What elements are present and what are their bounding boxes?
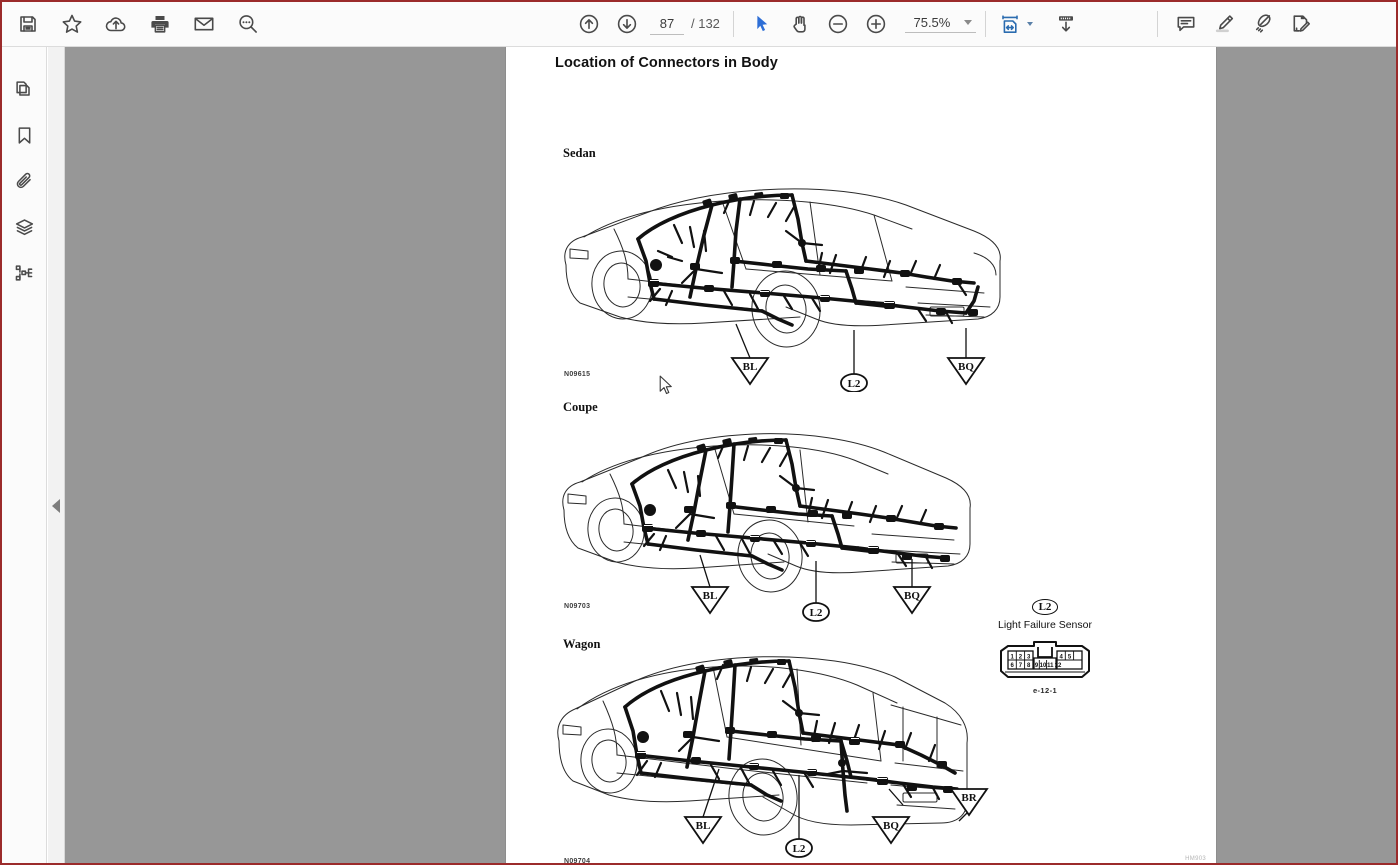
sidebar-item-bookmarks[interactable] bbox=[2, 112, 47, 158]
next-page-button[interactable] bbox=[608, 5, 646, 43]
svg-text:BL: BL bbox=[743, 361, 758, 373]
pen-icon bbox=[1255, 14, 1271, 33]
search-button[interactable] bbox=[229, 5, 267, 43]
draw-button[interactable] bbox=[1243, 5, 1281, 43]
sidebar-item-layers[interactable] bbox=[2, 204, 47, 250]
zoom-level-value: 75.5% bbox=[913, 15, 951, 30]
document-page: Location of Connectors in Body Sedan BL … bbox=[506, 47, 1216, 865]
left-sidebar-rail bbox=[2, 47, 47, 863]
zoom-out-button[interactable] bbox=[819, 5, 857, 43]
fit-page-chevron-down-icon[interactable] bbox=[1026, 22, 1033, 26]
toolbar-annotation-group bbox=[1148, 5, 1319, 43]
svg-text:L2: L2 bbox=[810, 607, 823, 619]
scroll-mode-button[interactable] bbox=[1047, 5, 1085, 43]
svg-text:11: 11 bbox=[1047, 663, 1054, 669]
figure-code-wagon: N09704 bbox=[564, 858, 591, 865]
print-button[interactable] bbox=[141, 5, 179, 43]
toolbar-divider-2 bbox=[984, 11, 986, 37]
layers-icon bbox=[15, 218, 34, 235]
cloud-upload-icon bbox=[105, 17, 126, 32]
toolbar-divider-3 bbox=[1157, 11, 1158, 37]
svg-text:10: 10 bbox=[1040, 663, 1047, 669]
chevron-left-icon bbox=[52, 499, 60, 513]
callouts-coupe: BL BQ L2 bbox=[554, 537, 994, 627]
hand-icon bbox=[793, 15, 806, 33]
previous-page-button[interactable] bbox=[570, 5, 608, 43]
fit-page-icon bbox=[1002, 15, 1018, 33]
highlight-button[interactable] bbox=[1205, 5, 1243, 43]
paperclip-icon bbox=[16, 172, 31, 188]
scroll-mode-icon bbox=[1058, 16, 1073, 32]
star-icon bbox=[62, 14, 82, 33]
printer-icon bbox=[151, 16, 169, 33]
top-toolbar: / 132 bbox=[2, 2, 1396, 47]
page-indicator: / 132 bbox=[650, 13, 720, 35]
document-viewport[interactable]: Location of Connectors in Body Sedan BL … bbox=[65, 47, 1396, 865]
search-icon bbox=[239, 15, 257, 33]
figure-code-coupe: N09703 bbox=[564, 603, 591, 610]
page-title: Location of Connectors in Body bbox=[555, 55, 778, 71]
callouts-sedan: BL BQ L2 bbox=[554, 302, 1024, 392]
svg-text:BQ: BQ bbox=[958, 361, 974, 373]
upload-button[interactable] bbox=[97, 5, 135, 43]
svg-text:L2: L2 bbox=[793, 843, 806, 855]
save-button[interactable] bbox=[9, 5, 47, 43]
comment-icon bbox=[1177, 16, 1195, 32]
plus-circle-icon bbox=[866, 14, 886, 34]
pdf-viewer-window: / 132 bbox=[0, 0, 1398, 865]
arrow-down-circle-icon bbox=[617, 14, 637, 34]
signature-icon bbox=[1293, 15, 1310, 32]
svg-text:BL: BL bbox=[703, 590, 718, 602]
legend-connector-name: Light Failure Sensor bbox=[998, 619, 1092, 632]
toolbar-divider-1 bbox=[732, 11, 734, 37]
zoom-level-control[interactable]: 75.5% bbox=[904, 15, 976, 33]
legend-part-number: e-12-1 bbox=[1032, 686, 1058, 696]
pages-icon bbox=[16, 80, 30, 96]
sidebar-item-thumbnails[interactable] bbox=[2, 66, 47, 112]
fit-page-button[interactable] bbox=[995, 5, 1025, 43]
svg-text:L2: L2 bbox=[848, 378, 861, 390]
arrow-up-circle-icon bbox=[579, 14, 599, 34]
sidebar-collapse-handle[interactable] bbox=[48, 47, 65, 863]
toolbar-file-group bbox=[9, 5, 267, 43]
figure-code-sedan: N09615 bbox=[564, 371, 591, 378]
svg-text:BR: BR bbox=[961, 792, 977, 804]
minus-circle-icon bbox=[828, 14, 848, 34]
tree-icon bbox=[15, 264, 33, 281]
page-footnote: HM903 bbox=[1185, 856, 1206, 862]
sidebar-item-attachments[interactable] bbox=[2, 158, 47, 204]
select-tool-button[interactable] bbox=[743, 5, 781, 43]
comment-button[interactable] bbox=[1167, 5, 1205, 43]
page-total-label: / 132 bbox=[691, 15, 720, 31]
svg-text:12: 12 bbox=[1055, 663, 1062, 669]
cursor-arrow-icon bbox=[757, 15, 768, 32]
toolbar-navigation-group: / 132 bbox=[570, 5, 1085, 43]
callouts-wagon: BL BQ BR L2 bbox=[551, 765, 991, 860]
pan-tool-button[interactable] bbox=[781, 5, 819, 43]
sidebar-item-structure[interactable] bbox=[2, 250, 47, 296]
envelope-icon bbox=[194, 17, 214, 31]
zoom-in-button[interactable] bbox=[857, 5, 895, 43]
legend-connector-code: L2 bbox=[1031, 599, 1059, 616]
svg-text:BQ: BQ bbox=[883, 820, 899, 832]
svg-text:BQ: BQ bbox=[904, 590, 920, 602]
page-number-input[interactable] bbox=[650, 13, 684, 35]
favorite-button[interactable] bbox=[53, 5, 91, 43]
connector-legend: L2 Light Failure Sensor 1 2 3 4 5 6 7 8 … bbox=[950, 597, 1140, 695]
sign-button[interactable] bbox=[1281, 5, 1319, 43]
chevron-down-icon[interactable] bbox=[963, 20, 972, 25]
email-button[interactable] bbox=[185, 5, 223, 43]
svg-text:BL: BL bbox=[696, 820, 711, 832]
bookmark-icon bbox=[18, 126, 31, 144]
connector-pinout-diagram: 1 2 3 4 5 6 7 8 9 10 11 12 bbox=[950, 639, 1140, 681]
highlighter-icon bbox=[1215, 15, 1234, 33]
save-icon bbox=[20, 16, 36, 32]
